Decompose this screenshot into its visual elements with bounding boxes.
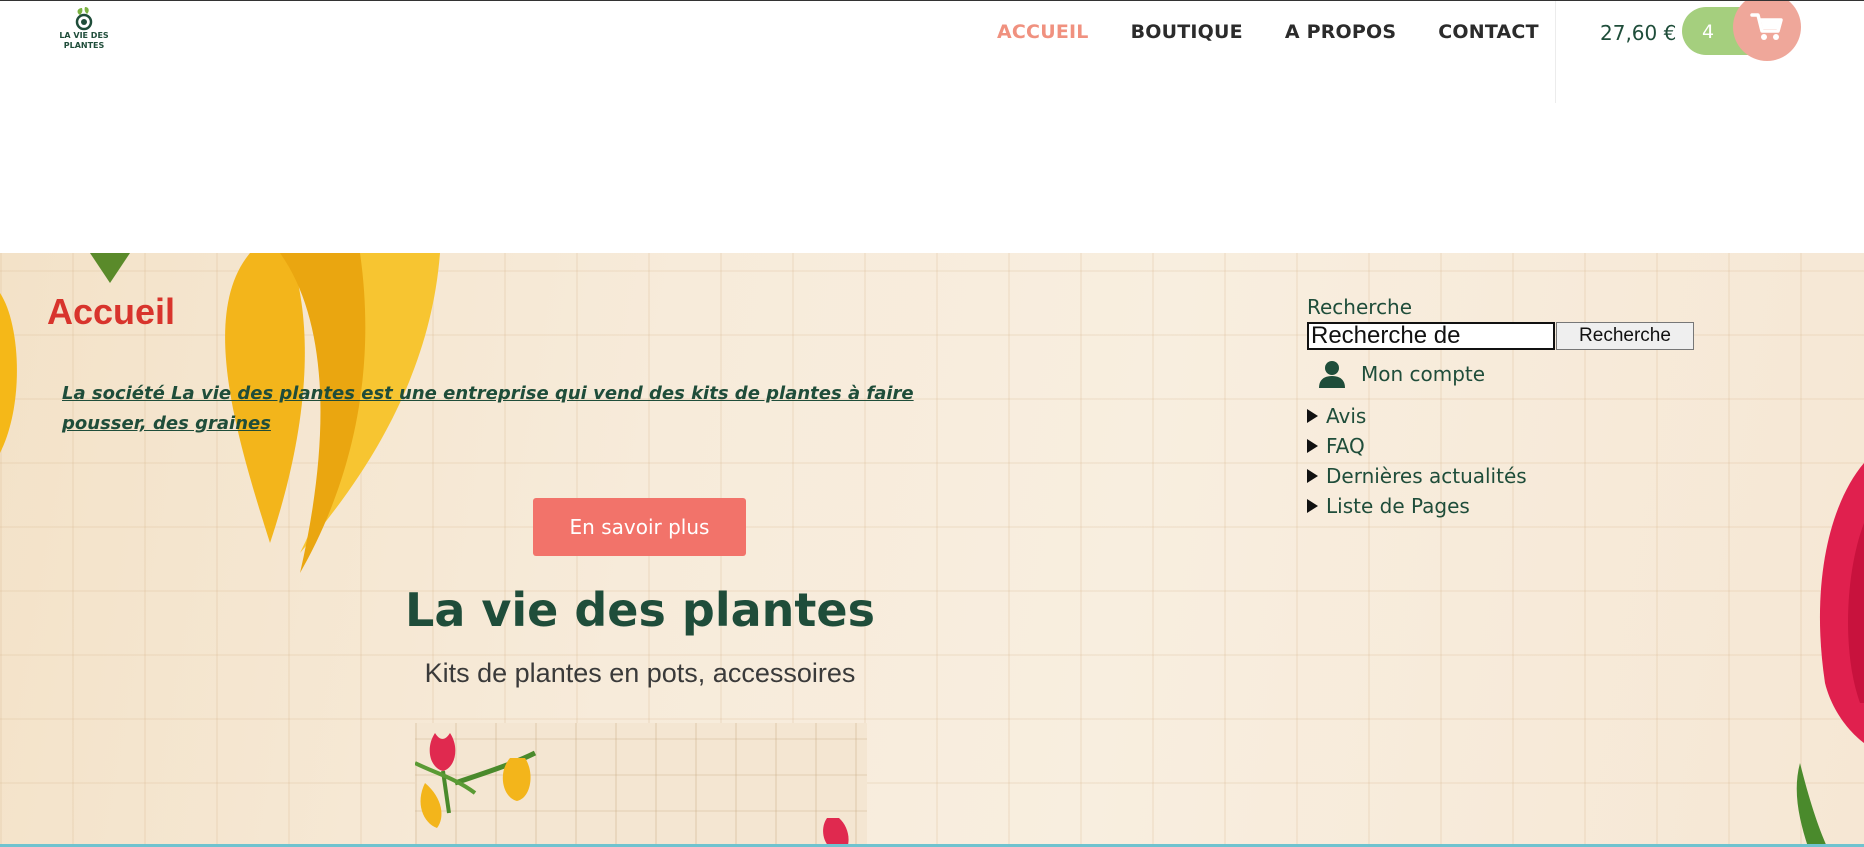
page: LA VIE DES PLANTES ACCUEIL BOUTIQUE A PR… — [0, 0, 1864, 847]
cart-icon — [1750, 13, 1783, 40]
pink-tulip-decoration — [1796, 463, 1864, 847]
my-account-link[interactable]: Mon compte — [1317, 359, 1727, 389]
main-nav: ACCUEIL BOUTIQUE A PROPOS CONTACT — [997, 21, 1539, 43]
sidebar-item-label: Liste de Pages — [1326, 494, 1470, 518]
site-subtitle: Kits de plantes en pots, accessoires — [424, 658, 856, 688]
sidebar-item-label: FAQ — [1326, 434, 1365, 458]
site-logo[interactable]: LA VIE DES PLANTES — [58, 5, 110, 55]
sidebar-links: Avis FAQ Dernières actualités Liste de P… — [1307, 401, 1727, 521]
sidebar: Recherche Recherche de produits Recherch… — [1307, 295, 1727, 521]
disclosure-triangle-icon — [1307, 439, 1318, 453]
nav-accueil[interactable]: ACCUEIL — [997, 21, 1089, 43]
sidebar-item-actualites[interactable]: Dernières actualités — [1307, 461, 1727, 491]
nav-boutique[interactable]: BOUTIQUE — [1131, 21, 1243, 43]
hero-image — [415, 723, 867, 847]
disclosure-triangle-icon — [1307, 469, 1318, 483]
site-title: La vie des plantes — [405, 583, 875, 637]
learn-more-button[interactable]: En savoir plus — [533, 498, 746, 556]
sidebar-item-label: Avis — [1326, 404, 1367, 428]
cart-count-badge[interactable]: 4 — [1702, 21, 1714, 43]
tulips-image-decoration — [415, 733, 849, 847]
sidebar-item-avis[interactable]: Avis — [1307, 401, 1727, 431]
intro-text-link[interactable]: La société La vie des plantes est une en… — [62, 379, 1002, 439]
sidebar-item-faq[interactable]: FAQ — [1307, 431, 1727, 461]
logo-text-line1: LA VIE DES — [59, 31, 109, 40]
sidebar-item-label: Dernières actualités — [1326, 464, 1527, 488]
my-account-label: Mon compte — [1361, 362, 1486, 386]
site-header: LA VIE DES PLANTES ACCUEIL BOUTIQUE A PR… — [0, 1, 1864, 103]
search-form: Recherche de produits Recherche — [1307, 322, 1727, 350]
disclosure-triangle-icon — [1307, 499, 1318, 513]
search-button[interactable]: Recherche — [1556, 322, 1694, 350]
nav-contact[interactable]: CONTACT — [1438, 21, 1539, 43]
sidebar-item-pages[interactable]: Liste de Pages — [1307, 491, 1727, 521]
nav-a-propos[interactable]: A PROPOS — [1285, 21, 1396, 43]
logo-text-line2: PLANTES — [63, 41, 105, 50]
search-label: Recherche — [1307, 295, 1413, 319]
header-divider — [1555, 1, 1556, 103]
cart-total[interactable]: 27,60 € — [1600, 21, 1676, 45]
cart-icon-button[interactable] — [1733, 1, 1801, 61]
leaf-logo-icon — [75, 7, 93, 31]
search-input[interactable]: Recherche de produits — [1307, 322, 1555, 350]
disclosure-triangle-icon — [1307, 409, 1318, 423]
user-icon — [1319, 361, 1345, 388]
page-title: Accueil — [47, 291, 176, 332]
hero-section: Accueil La société La vie des plantes es… — [0, 253, 1864, 847]
